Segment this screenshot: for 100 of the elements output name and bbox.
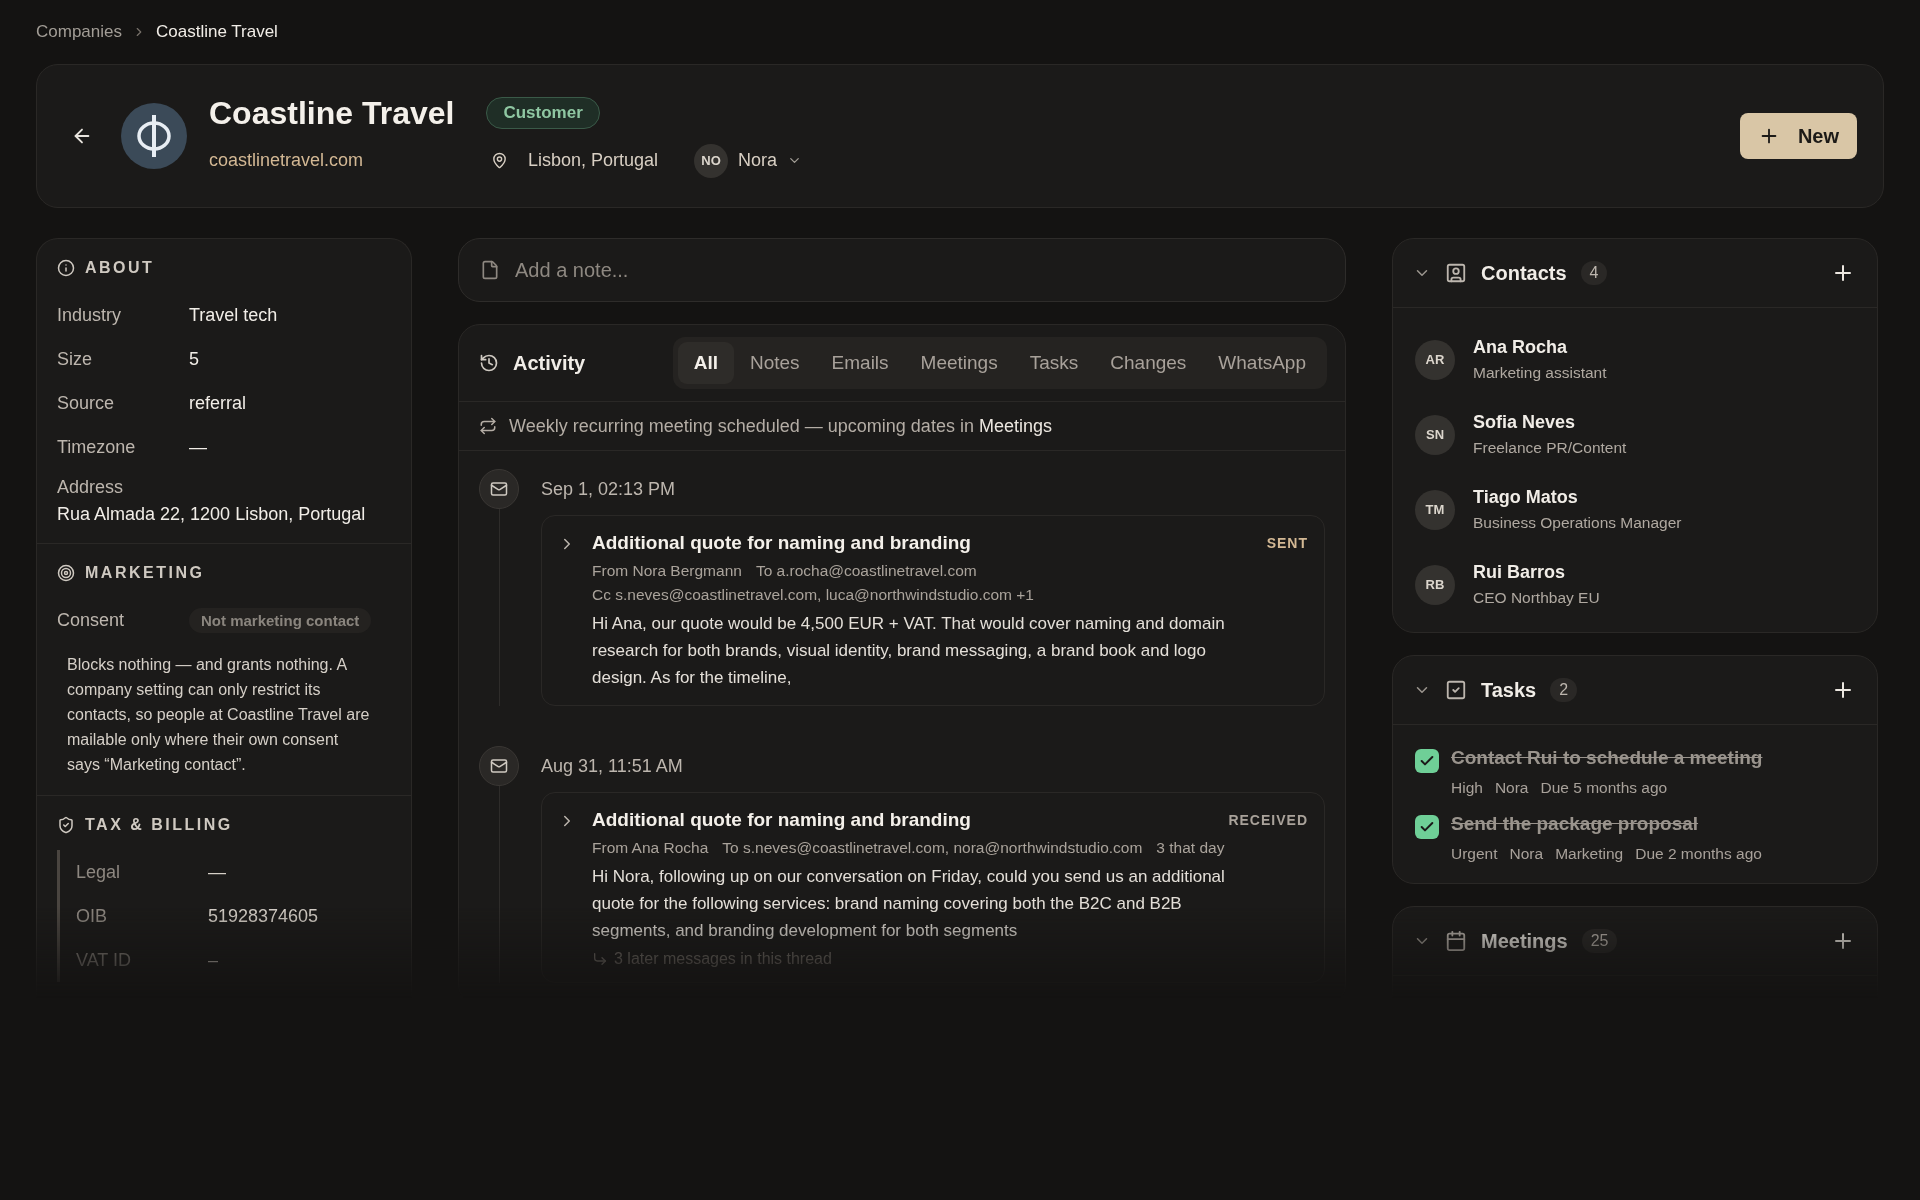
field-value: – bbox=[208, 949, 219, 971]
email-body: Hi Ana, our quote would be 4,500 EUR + VAT. That would cover naming and domain research for both brands, visual identity, brand messaging, a brand book and logo design. As for the timeline, bbox=[592, 613, 1226, 689]
field-label: Industry bbox=[57, 304, 123, 326]
field-label: Address bbox=[57, 477, 125, 498]
count-badge: 25 bbox=[1581, 929, 1618, 953]
field-label: Source bbox=[57, 392, 116, 414]
field-value: 5 bbox=[189, 348, 200, 370]
activity-title: Activity bbox=[513, 351, 586, 375]
filter-tab[interactable]: All bbox=[677, 342, 734, 384]
task-tag: High bbox=[1451, 779, 1483, 797]
contact-name: Sofia Neves bbox=[1473, 412, 1577, 433]
consent-badge: Not marketing contact bbox=[189, 607, 372, 633]
address-value: Rua Almada 22, 1200 Lisbon, Portugal bbox=[57, 504, 367, 525]
email-meta: From Nora Bergmann bbox=[592, 562, 742, 580]
contact-role: CEO Northbay EU bbox=[1473, 589, 1600, 607]
contact-avatar: AR bbox=[1415, 339, 1455, 380]
filter-tab[interactable]: Meetings bbox=[904, 342, 1014, 384]
task-tag: Nora bbox=[1509, 845, 1544, 863]
task-checkbox[interactable] bbox=[1415, 749, 1439, 773]
phi-icon bbox=[134, 113, 174, 159]
owner-selector[interactable]: NO Nora bbox=[694, 143, 803, 178]
task-tag: Urgent bbox=[1451, 845, 1498, 863]
contact-card-icon bbox=[1445, 262, 1467, 284]
email-meta: 3 that day bbox=[1156, 839, 1225, 857]
contact-name: Tiago Matos bbox=[1473, 487, 1579, 508]
email-subject: Additional quote for naming and branding bbox=[592, 532, 971, 554]
section-title: MARKETING bbox=[85, 564, 205, 582]
target-icon bbox=[57, 564, 75, 582]
contact-item[interactable]: TM Tiago Matos Business Operations Manager bbox=[1415, 472, 1855, 547]
contact-avatar: TM bbox=[1415, 489, 1455, 530]
panel-title: Contacts bbox=[1481, 261, 1567, 285]
panel-title: Tasks bbox=[1481, 678, 1537, 702]
contact-role: Freelance PR/Content bbox=[1473, 439, 1627, 457]
owner-name: Nora bbox=[738, 150, 778, 171]
status-badge: Customer bbox=[486, 97, 600, 129]
field-value: Travel tech bbox=[189, 304, 279, 326]
location-text: Lisbon, Portugal bbox=[528, 150, 659, 171]
info-icon bbox=[57, 259, 75, 277]
count-badge: 2 bbox=[1550, 678, 1578, 702]
website-link[interactable]: coastlinetravel.com bbox=[209, 150, 479, 171]
contact-item[interactable]: AR Ana Rocha Marketing assistant bbox=[1415, 322, 1855, 397]
owner-avatar: NO bbox=[694, 143, 729, 178]
task-checkbox[interactable] bbox=[1415, 815, 1439, 839]
timestamp: Aug 31, 11:51 AM bbox=[541, 754, 684, 778]
filter-tab[interactable]: Emails bbox=[815, 342, 905, 384]
count-badge: 4 bbox=[1580, 261, 1608, 285]
filter-tab[interactable]: WhatsApp bbox=[1202, 342, 1322, 384]
history-icon bbox=[479, 353, 499, 373]
filter-tab[interactable]: Notes bbox=[733, 342, 816, 384]
section-title: TAX & BILLING bbox=[85, 816, 233, 834]
email-body: Hi Nora, following up on our conversation on Friday, could you send us an additional quote for the following services: brand naming covering both the B2C and B2B segments, and branding development for both segments bbox=[592, 866, 1226, 942]
task-title: Send the package proposal bbox=[1451, 813, 1700, 836]
email-meta: To s.neves@coastlinetravel.com, nora@northwindstudio.com bbox=[722, 839, 1143, 857]
meetings-link[interactable]: Meetings bbox=[978, 415, 1052, 436]
corner-arrow-icon bbox=[592, 951, 608, 967]
task-tag: Marketing bbox=[1555, 845, 1624, 863]
email-meta: To a.rocha@coastlinetravel.com bbox=[755, 562, 977, 580]
field-label: Legal bbox=[76, 861, 122, 883]
company-name: Coastline Travel bbox=[209, 94, 455, 132]
task-title: Contact Rui to schedule a meeting bbox=[1451, 747, 1764, 770]
contact-avatar: SN bbox=[1415, 414, 1455, 455]
map-pin-icon bbox=[491, 152, 508, 169]
contact-avatar: RB bbox=[1415, 564, 1455, 605]
mail-icon bbox=[490, 480, 508, 498]
banner-text: Weekly recurring meeting scheduled — upcoming dates in Meetings bbox=[509, 415, 1052, 437]
new-button[interactable]: New bbox=[1739, 113, 1857, 159]
direction-label: SENT bbox=[1266, 535, 1308, 551]
breadcrumb-link[interactable]: Companies bbox=[36, 22, 122, 42]
file-icon bbox=[480, 260, 500, 280]
task-tag: Nora bbox=[1494, 779, 1529, 797]
calendar-icon bbox=[1445, 930, 1467, 952]
task-tag: Due 2 months ago bbox=[1635, 845, 1762, 863]
contact-name: Rui Barros bbox=[1473, 562, 1567, 583]
contact-role: Business Operations Manager bbox=[1473, 514, 1682, 532]
field-label: OIB bbox=[76, 905, 108, 927]
shield-icon bbox=[57, 816, 75, 834]
email-cc: Cc s.neves@coastlinetravel.com, luca@northwindstudio.com +1 bbox=[592, 586, 1034, 603]
contact-name: Ana Rocha bbox=[1473, 337, 1569, 358]
filter-tab[interactable]: Changes bbox=[1094, 342, 1203, 384]
field-label: Size bbox=[57, 348, 93, 370]
timestamp: Sep 1, 02:13 PM bbox=[541, 477, 677, 501]
filter-tab[interactable]: Tasks bbox=[1013, 342, 1095, 384]
checkbox-icon bbox=[1445, 679, 1467, 701]
email-subject: Additional quote for naming and branding bbox=[592, 809, 971, 831]
field-label: Consent bbox=[57, 609, 126, 631]
contact-item[interactable]: SN Sofia Neves Freelance PR/Content bbox=[1415, 397, 1855, 472]
repeat-icon bbox=[479, 417, 497, 435]
field-value: 51928374605 bbox=[208, 905, 320, 927]
consent-note: Blocks nothing — and grants nothing. A company setting can only restrict its contacts, so people at Coastline Travel are mailable only where their own consent says “Marketing contact”. bbox=[67, 655, 371, 775]
section-title: ABOUT bbox=[85, 259, 155, 277]
note-field[interactable]: Add a note... bbox=[458, 238, 1346, 302]
task-tag: Due 5 months ago bbox=[1540, 779, 1668, 797]
panel-title: Meetings bbox=[1481, 929, 1568, 953]
contact-item[interactable]: RB Rui Barros CEO Northbay EU bbox=[1415, 547, 1855, 622]
field-value: — bbox=[189, 436, 208, 458]
field-label: Timezone bbox=[57, 436, 137, 458]
field-value: referral bbox=[189, 392, 247, 414]
field-value: — bbox=[208, 861, 227, 883]
breadcrumb-link[interactable]: Coastline Travel bbox=[156, 22, 278, 42]
contact-role: Marketing assistant bbox=[1473, 364, 1607, 382]
